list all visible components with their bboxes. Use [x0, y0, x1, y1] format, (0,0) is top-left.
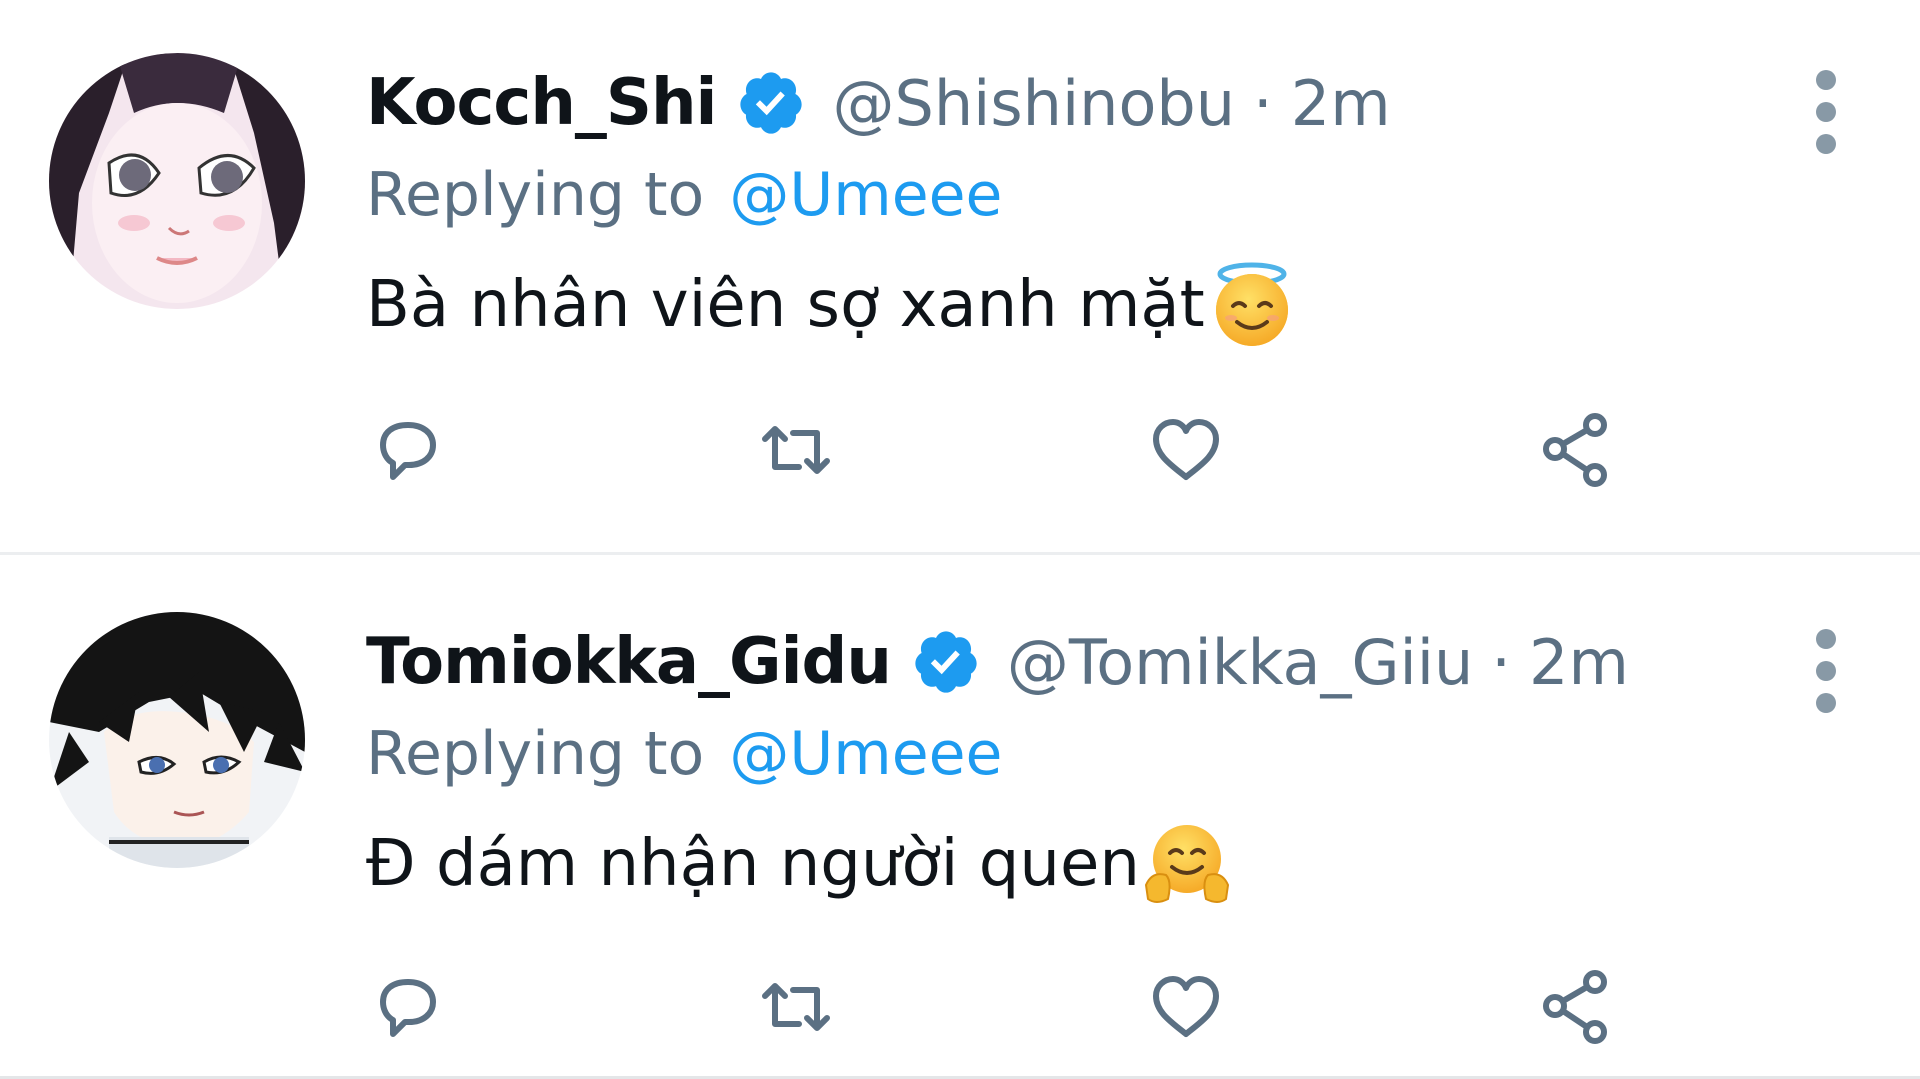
retweet-icon[interactable] — [751, 962, 841, 1052]
display-name[interactable]: Kocch_Shi — [366, 66, 717, 140]
retweet-icon[interactable] — [751, 405, 841, 495]
tweet-actions — [366, 962, 1666, 1052]
more-options-icon[interactable] — [1808, 629, 1844, 739]
reply-feed: Kocch_Shi @Shishinobu · 2m Replying to @… — [0, 0, 1920, 1079]
smiling-face-with-halo-icon — [1207, 260, 1297, 350]
avatar[interactable] — [49, 53, 305, 309]
separator: · — [1253, 66, 1273, 140]
verified-badge-icon — [911, 627, 981, 697]
reply-icon[interactable] — [363, 962, 453, 1052]
display-name[interactable]: Tomiokka_Gidu — [366, 625, 892, 699]
user-handle[interactable]: @Tomikka_Giiu — [1007, 626, 1473, 699]
replying-to: Replying to @Umeee — [366, 719, 1002, 789]
tweet-body: Đ dám nhận người quen — [366, 827, 1140, 901]
share-icon[interactable] — [1531, 962, 1621, 1052]
like-icon[interactable] — [1141, 962, 1231, 1052]
more-options-icon[interactable] — [1808, 70, 1844, 180]
timestamp[interactable]: 2m — [1291, 67, 1391, 140]
share-icon[interactable] — [1531, 405, 1621, 495]
timestamp[interactable]: 2m — [1529, 626, 1629, 699]
replying-prefix: Replying to — [366, 719, 705, 789]
replying-prefix: Replying to — [366, 160, 705, 230]
avatar[interactable] — [49, 612, 305, 868]
separator: · — [1491, 625, 1511, 699]
verified-badge-icon — [736, 68, 806, 138]
mention-link[interactable]: @Umeee — [729, 719, 1002, 789]
tweet-text: Bà nhân viên sợ xanh mặt — [366, 260, 1297, 350]
reply-icon[interactable] — [363, 405, 453, 495]
tweet-header: Kocch_Shi @Shishinobu · 2m — [366, 58, 1391, 148]
tweet-header: Tomiokka_Gidu @Tomikka_Giiu · 2m — [366, 617, 1629, 707]
tweet-actions — [366, 405, 1666, 495]
tweet-reply[interactable]: Tomiokka_Gidu @Tomikka_Giiu · 2m Replyin… — [0, 557, 1920, 1079]
replying-to: Replying to @Umeee — [366, 160, 1002, 230]
like-icon[interactable] — [1141, 405, 1231, 495]
mention-link[interactable]: @Umeee — [729, 160, 1002, 230]
user-handle[interactable]: @Shishinobu — [832, 67, 1235, 140]
tweet-body: Bà nhân viên sợ xanh mặt — [366, 268, 1205, 342]
tweet-reply[interactable]: Kocch_Shi @Shishinobu · 2m Replying to @… — [0, 0, 1920, 555]
tweet-text: Đ dám nhận người quen — [366, 819, 1232, 909]
hugging-face-icon — [1142, 819, 1232, 909]
